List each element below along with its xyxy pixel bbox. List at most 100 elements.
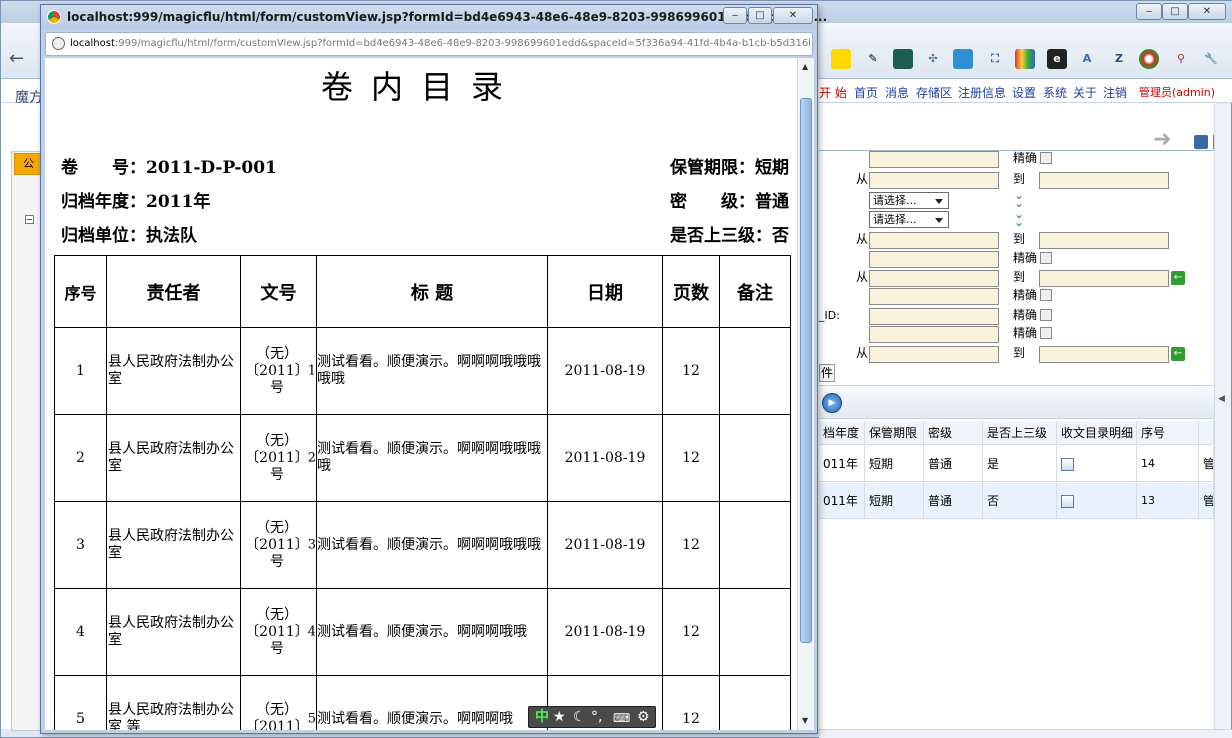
background-horizontal-scrollbar[interactable] [819, 729, 1232, 738]
wrench-icon[interactable]: 🔧 [1201, 49, 1221, 69]
range-to-input[interactable] [1039, 232, 1169, 249]
terminal-icon[interactable] [893, 49, 913, 69]
clear-arrow-icon[interactable]: ← [1171, 271, 1185, 285]
ime-mode-indicator[interactable]: 中 [535, 709, 549, 725]
exact-checkbox[interactable] [1040, 309, 1052, 321]
cell-doc-number: （无）〔2011〕 5 [240, 675, 317, 730]
grid-header-cell[interactable] [1199, 421, 1214, 445]
id-input[interactable] [869, 308, 999, 325]
list-detail-icon[interactable] [1061, 495, 1074, 508]
doc-number-tail: 5 [307, 711, 316, 727]
expand-chevron-icon[interactable]: ⌄ ⌄ [1013, 209, 1025, 228]
nav-link-home[interactable]: 首页 [854, 84, 878, 101]
range-to-input[interactable] [1039, 172, 1169, 189]
minimize-button[interactable]: ‒ [1136, 3, 1162, 20]
select-dropdown-2[interactable]: 请选择... [869, 211, 949, 228]
fullscreen-icon[interactable]: ⛶ [985, 49, 1005, 69]
tree-collapse-icon[interactable]: − [25, 215, 34, 224]
grid-header-cell[interactable]: 收文目录明细 [1057, 421, 1137, 445]
grid-header-cell[interactable]: 档年度 [819, 421, 865, 445]
grid-header-cell[interactable]: 是否上三级 [983, 421, 1057, 445]
e-icon[interactable]: e [1047, 49, 1067, 69]
cell-doc-number: （无）〔2011〕号 4 [240, 588, 317, 676]
range-to-input[interactable] [1039, 270, 1169, 287]
nav-link-messages[interactable]: 消息 [885, 84, 909, 101]
popup-url[interactable]: localhost:999/magicflu/html/form/customV… [70, 38, 810, 49]
sticky-note-icon[interactable] [831, 49, 851, 69]
save-icon[interactable] [1194, 135, 1208, 149]
grid-header-cell[interactable]: 密级 [924, 421, 983, 445]
translate-icon[interactable]: A [1077, 49, 1097, 69]
nav-link-registration[interactable]: 注册信息 [958, 84, 1006, 101]
scroll-down-arrow-icon[interactable]: ▼ [802, 716, 808, 725]
select-dropdown-1[interactable]: 请选择... [869, 192, 949, 209]
scroll-up-arrow-icon[interactable]: ▲ [802, 62, 808, 71]
moon-icon[interactable]: ☾ [573, 709, 586, 725]
clear-arrow-icon[interactable]: ← [1171, 347, 1185, 361]
grid-cell-detail[interactable] [1057, 446, 1137, 482]
field-input-2[interactable] [869, 251, 999, 268]
cell-responsible: 县人民政府法制办公室 [106, 414, 241, 502]
popup-address-bar[interactable]: localhost:999/magicflu/html/form/customV… [45, 32, 813, 56]
cell-responsible: 县人民政府法制办公室 [106, 501, 241, 589]
close-button[interactable]: ✕ [1188, 3, 1226, 20]
page-info-icon[interactable] [52, 37, 65, 50]
attachment-tab[interactable]: 件 [819, 364, 835, 382]
range-to-input[interactable] [1039, 346, 1169, 363]
scroll-left-arrow-icon[interactable]: ◀ [1218, 394, 1225, 404]
map-pin-icon[interactable]: ⚲ [1171, 49, 1191, 69]
cluster-icon[interactable]: ✣ [923, 49, 943, 69]
field-input-1[interactable] [869, 151, 999, 168]
star-icon[interactable]: ★ [553, 709, 566, 725]
exact-checkbox[interactable] [1040, 152, 1052, 164]
exact-checkbox[interactable] [1040, 252, 1052, 264]
grid-row[interactable]: 011年 短期 普通 是 14 管 [819, 446, 1214, 482]
expand-chevron-icon[interactable]: ⌄ ⌄ [1013, 190, 1025, 209]
background-vertical-scrollbar[interactable]: ◀ [1214, 104, 1231, 729]
grid-header-cell[interactable]: 序号 [1137, 421, 1199, 445]
settings-gear-icon[interactable]: ⚙ [637, 709, 650, 725]
color-picker-icon[interactable] [1139, 49, 1159, 69]
nav-link-storage[interactable]: 存储区 [916, 84, 952, 101]
cell-seq: 3 [54, 501, 107, 589]
range-from-input[interactable] [869, 270, 999, 287]
back-arrow-icon[interactable]: ← [9, 48, 24, 69]
popup-titlebar[interactable]: localhost:999/magicflu/html/form/customV… [41, 5, 827, 29]
chart-icon[interactable] [1015, 49, 1035, 69]
nav-link-logout[interactable]: 注销 [1103, 84, 1127, 101]
field-input-4[interactable] [869, 326, 999, 343]
popup-vertical-scrollbar[interactable]: ▲ ▼ [797, 58, 814, 730]
list-detail-icon[interactable] [1061, 458, 1074, 471]
nav-link-about[interactable]: 关于 [1073, 84, 1097, 101]
grid-cell-year: 011年 [819, 483, 865, 519]
play-icon[interactable]: ▶ [822, 393, 842, 413]
forward-arrow-icon[interactable]: ➜ [1153, 127, 1171, 152]
maximize-button[interactable]: □ [1162, 3, 1188, 20]
url-rest: :999/magicflu/html/form/customView.jsp?f… [114, 38, 810, 49]
popup-maximize-button[interactable]: □ [748, 7, 772, 24]
popup-minimize-button[interactable]: ‒ [723, 7, 747, 24]
exact-checkbox[interactable] [1040, 289, 1052, 301]
picture-icon[interactable] [953, 49, 973, 69]
punctuation-icon[interactable]: °, [591, 709, 602, 725]
keyboard-icon[interactable]: ⌨ [613, 710, 630, 726]
catalog-row: 5 县人民政府法制办公室 等 （无）〔2011〕 5 测试看看。顺便演示。啊啊啊哦… [54, 675, 791, 730]
popup-close-button[interactable]: ✕ [773, 7, 813, 24]
url-host: localhost [70, 38, 115, 49]
range-from-input[interactable] [869, 172, 999, 189]
range-from-input[interactable] [869, 232, 999, 249]
exact-checkbox[interactable] [1040, 327, 1052, 339]
nav-link-settings[interactable]: 设置 [1012, 84, 1036, 101]
popup-scroll-thumb[interactable] [800, 98, 812, 643]
z-icon[interactable]: Z [1109, 49, 1129, 69]
left-tab[interactable]: 公 [14, 153, 42, 175]
grid-header-cell[interactable]: 保管期限 [865, 421, 924, 445]
grid-cell-detail[interactable] [1057, 483, 1137, 519]
grid-row[interactable]: 011年 短期 普通 否 13 管 [819, 483, 1214, 519]
start-label[interactable]: 开 始 [819, 84, 847, 101]
nav-link-system[interactable]: 系统 [1043, 84, 1067, 101]
field-input-3[interactable] [869, 288, 999, 305]
range-from-input[interactable] [869, 346, 999, 363]
notepad-icon[interactable]: ✎ [863, 49, 883, 69]
left-tree-panel [11, 151, 41, 731]
